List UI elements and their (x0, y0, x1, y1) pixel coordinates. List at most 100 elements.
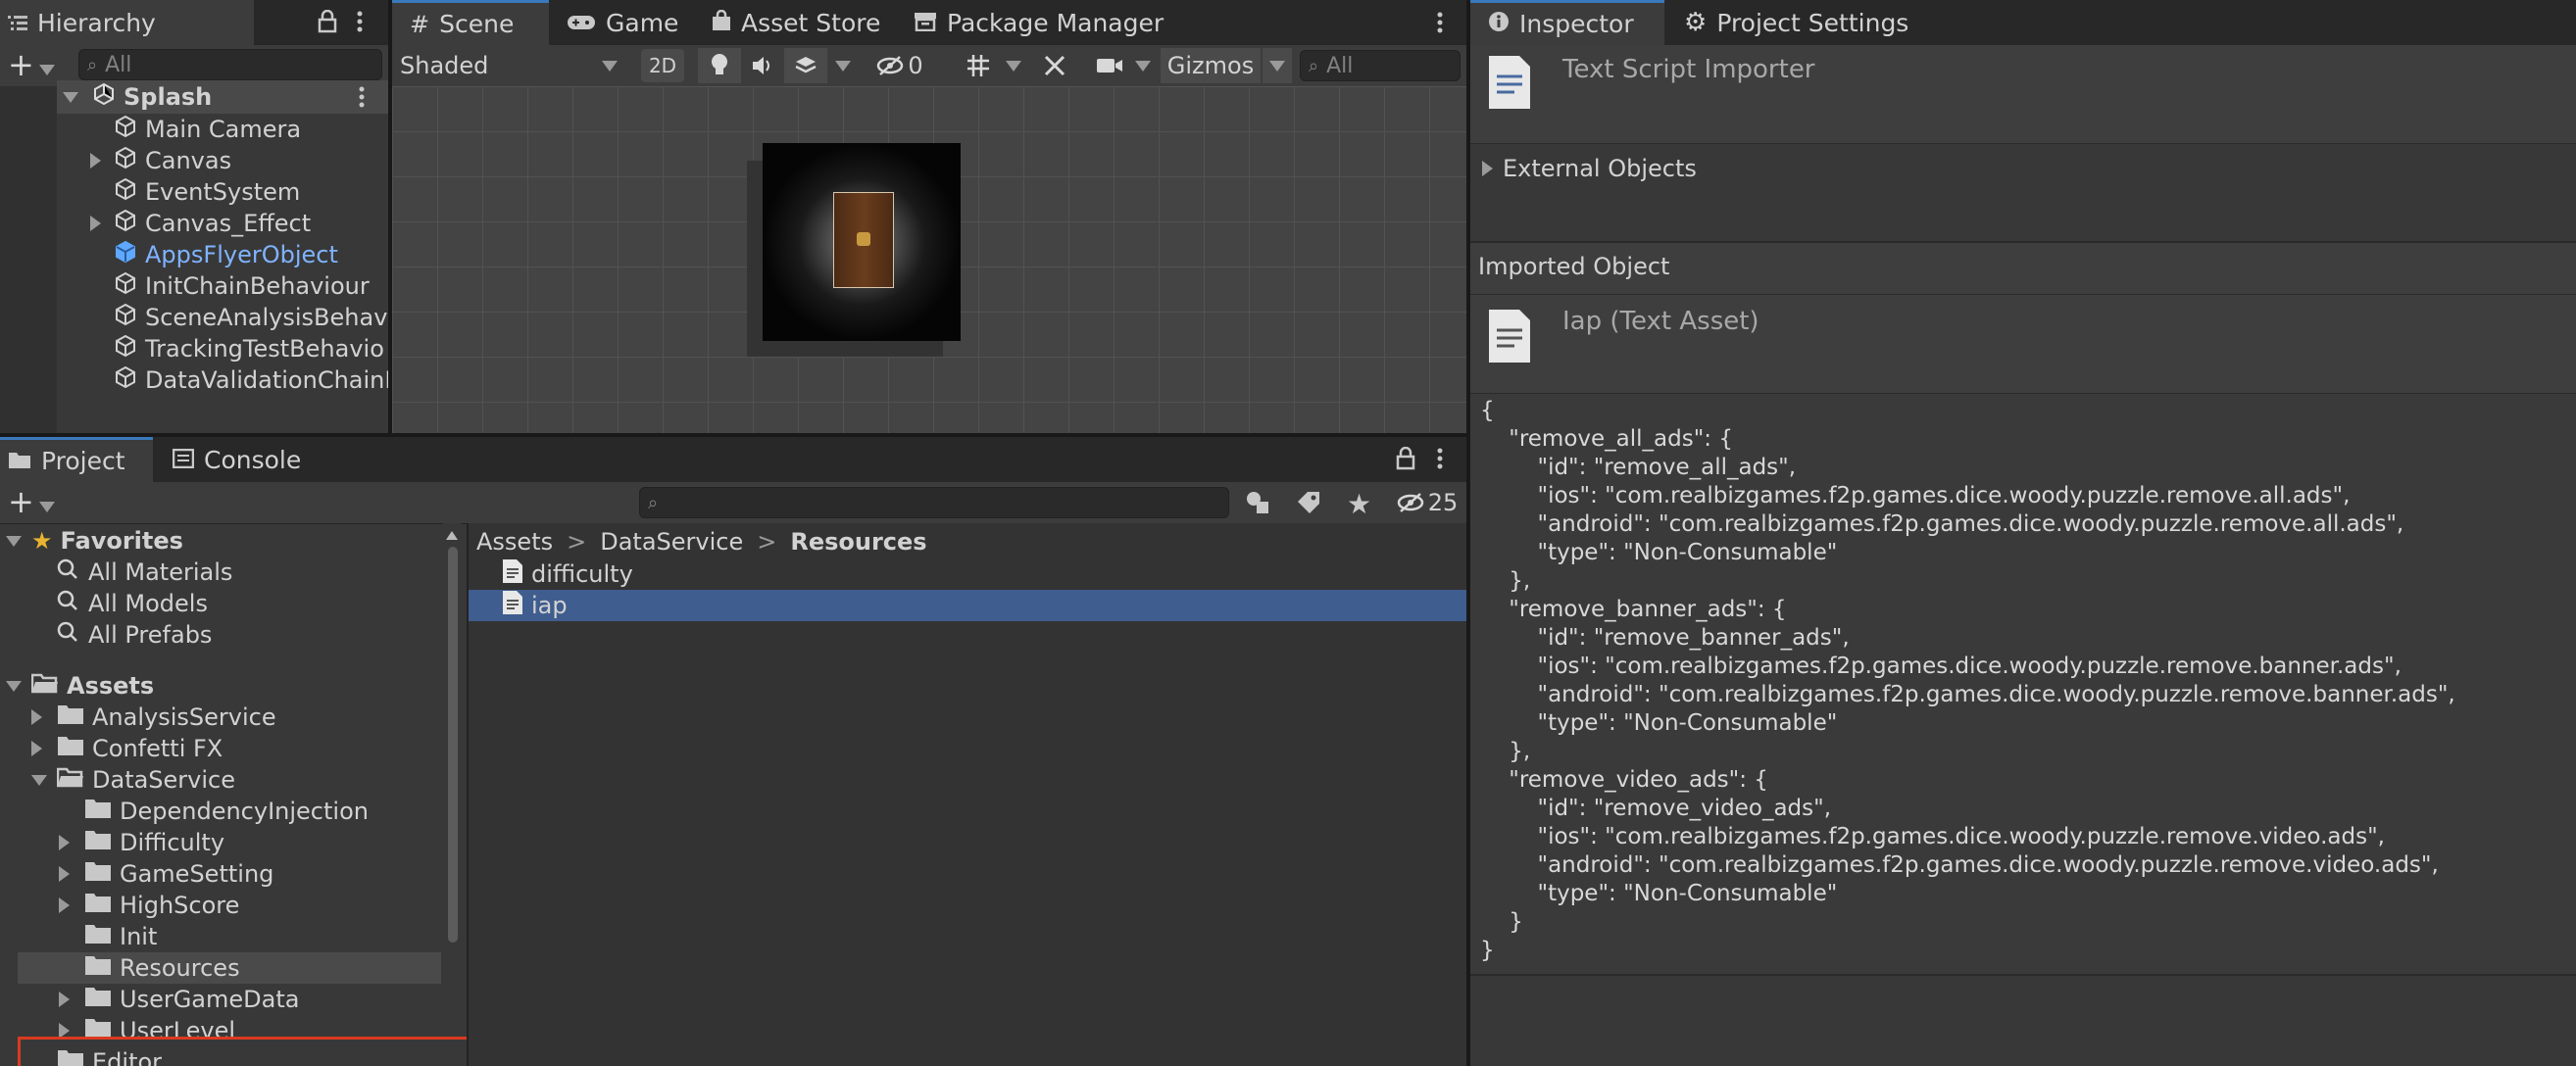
tree-folder-item[interactable]: DependencyInjection (61, 796, 369, 827)
tree-folder-item[interactable]: AnalysisService (31, 702, 276, 733)
grid-snap-icon (967, 55, 989, 76)
tree-folder-item[interactable]: GameSetting (59, 858, 273, 890)
tab-game[interactable]: Game (551, 0, 694, 45)
gizmos-dropdown[interactable] (1263, 48, 1292, 83)
expand-arrow-icon[interactable] (1482, 161, 1493, 176)
hidden-objects-toggle[interactable]: 0 (863, 48, 937, 83)
expand-arrow-icon[interactable] (31, 741, 42, 756)
lighting-toggle[interactable] (698, 48, 741, 83)
favorite-item[interactable]: All Models (57, 588, 208, 619)
breadcrumb-dataservice[interactable]: DataService (600, 528, 743, 556)
tree-folder-item[interactable]: Difficulty (59, 827, 224, 858)
filter-by-type-icon[interactable] (1245, 490, 1270, 519)
project-search-input[interactable]: ⌕ (639, 487, 1229, 518)
tools-toggle[interactable] (1035, 48, 1074, 83)
expand-arrow-icon[interactable] (90, 216, 101, 231)
favorite-item[interactable]: All Materials (57, 557, 232, 588)
tree-scrollbar[interactable] (443, 523, 461, 1066)
text-content-line: { (1480, 398, 1495, 423)
scene-viewport[interactable] (392, 86, 1466, 433)
audio-toggle[interactable] (743, 48, 782, 83)
add-icon[interactable]: + (8, 49, 34, 80)
scene-search-input[interactable]: ⌕ All (1300, 50, 1461, 81)
assets-header[interactable]: Assets (6, 670, 154, 702)
scene-more-menu-icon[interactable] (1437, 11, 1443, 38)
search-placeholder: All (1326, 53, 1354, 78)
hierarchy-item[interactable]: Canvas_Effect (90, 208, 311, 239)
filter-by-label-icon[interactable] (1296, 490, 1321, 519)
expand-arrow-icon[interactable] (31, 709, 42, 725)
hierarchy-item[interactable]: DataValidationChainB (92, 364, 388, 396)
tree-folder-item[interactable]: HighScore (59, 890, 239, 921)
grid-snap-toggle[interactable] (959, 48, 998, 83)
toggle-2d-button[interactable]: 2D (641, 49, 684, 82)
more-menu-icon[interactable] (357, 10, 363, 37)
breadcrumb-resources[interactable]: Resources (790, 528, 926, 556)
shading-mode-dropdown[interactable]: Shaded (396, 48, 627, 83)
tree-folder-item[interactable]: Resources (61, 952, 240, 984)
hierarchy-item[interactable]: Canvas (90, 145, 231, 176)
text-content-line: "id": "remove_all_ads", (1480, 455, 1797, 480)
imported-object-header: Imported Object (1470, 243, 2576, 295)
tab-hierarchy[interactable]: Hierarchy (0, 0, 254, 45)
more-menu-icon[interactable] (1437, 447, 1443, 474)
lock-icon[interactable] (1396, 446, 1415, 474)
tree-scrollbar-thumb[interactable] (448, 547, 458, 943)
tree-folder-item[interactable]: Confetti FX (31, 733, 223, 764)
expand-arrow-icon[interactable] (59, 992, 70, 1007)
grid-snap-dropdown[interactable] (1000, 48, 1027, 83)
hierarchy-item[interactable]: AppsFlyerObject (92, 239, 338, 270)
hierarchy-item[interactable]: Main Camera (92, 114, 301, 145)
prefab-cube-icon (114, 240, 137, 269)
collapse-arrow-icon[interactable] (6, 535, 22, 547)
tree-folder-item[interactable]: DataService (31, 764, 235, 796)
hierarchy-item[interactable]: EventSystem (92, 176, 300, 208)
expand-arrow-icon[interactable] (59, 866, 70, 882)
favorite-star-icon[interactable]: ★ (1347, 488, 1371, 520)
gear-icon: ⚙ (1684, 8, 1708, 37)
scroll-up-arrow-icon[interactable] (446, 531, 458, 540)
tab-console[interactable]: Console (157, 437, 317, 482)
effects-toggle[interactable] (784, 48, 827, 83)
collapse-arrow-icon[interactable] (63, 91, 78, 103)
expand-arrow-icon[interactable] (59, 835, 70, 850)
tree-folder-item[interactable]: Init (61, 921, 157, 952)
favorite-item[interactable]: All Prefabs (57, 619, 212, 651)
search-icon: ⌕ (87, 54, 98, 75)
dropdown-arrow-icon[interactable] (39, 61, 55, 79)
text-file-icon (502, 558, 523, 590)
hierarchy-item[interactable]: SceneAnalysisBehavi (92, 302, 388, 333)
tab-project-settings[interactable]: ⚙ Project Settings (1668, 0, 1924, 45)
hierarchy-item[interactable]: InitChainBehaviour (92, 270, 370, 302)
tab-asset-store[interactable]: Asset Store (696, 0, 896, 45)
dropdown-arrow-icon[interactable] (39, 498, 55, 516)
external-objects-foldout[interactable]: External Objects (1482, 149, 1697, 188)
tab-inspector[interactable]: Inspector (1470, 0, 1664, 45)
create-icon[interactable]: + (8, 486, 34, 517)
camera-dropdown[interactable] (1129, 48, 1157, 83)
expand-arrow-icon[interactable] (59, 897, 70, 913)
effects-dropdown[interactable] (829, 48, 857, 83)
breadcrumb-assets[interactable]: Assets (476, 528, 553, 556)
tab-package-manager[interactable]: Package Manager (898, 0, 1179, 45)
expand-arrow-icon[interactable] (90, 153, 101, 169)
camera-toggle[interactable] (1090, 48, 1129, 83)
hierarchy-item[interactable]: TrackingTestBehavio (92, 333, 384, 364)
collapse-arrow-icon[interactable] (31, 775, 47, 786)
file-row-iap[interactable]: iap (469, 590, 1466, 621)
hierarchy-search-input[interactable]: ⌕ All (78, 49, 382, 80)
collapse-arrow-icon[interactable] (6, 680, 22, 692)
tree-folder-item[interactable]: UserGameData (59, 984, 300, 1015)
gizmos-button[interactable]: Gizmos (1161, 48, 1261, 83)
tree-folder-label: UserGameData (120, 986, 300, 1013)
tab-scene[interactable]: # Scene (392, 0, 549, 45)
scene-more-icon[interactable] (359, 86, 365, 112)
file-label-iap: iap (531, 592, 568, 619)
favorites-header[interactable]: ★ Favorites (6, 525, 183, 557)
file-row-difficulty[interactable]: difficulty (469, 558, 1466, 590)
tab-project[interactable]: Project (0, 437, 153, 482)
lock-icon[interactable] (318, 9, 337, 37)
scene-header[interactable]: Splash (63, 80, 212, 114)
hidden-packages-toggle[interactable]: 25 (1390, 485, 1464, 520)
folder-icon (57, 735, 84, 762)
